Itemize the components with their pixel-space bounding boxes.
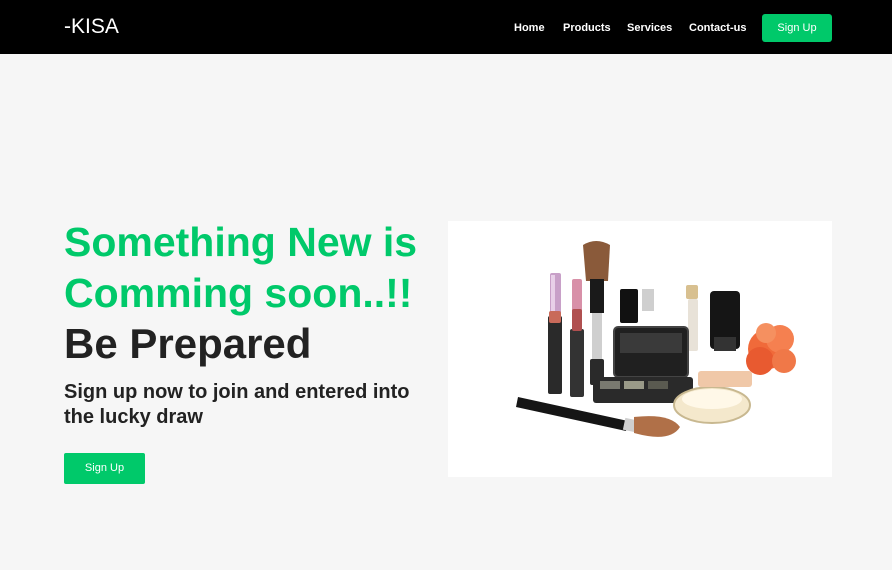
navbar: -KISA Home Products Services Contact-us … <box>0 0 892 54</box>
hero-headline-line-2: Comming soon..!! <box>64 270 413 316</box>
nav-link-home[interactable]: Home <box>514 21 545 35</box>
hero-subtext: Sign up now to join and entered into the… <box>64 381 410 428</box>
brand-logo[interactable]: -KISA <box>64 14 119 40</box>
nav-signup-button[interactable]: Sign Up <box>762 14 832 42</box>
nav-link-services[interactable]: Services <box>627 21 672 35</box>
hero-signup-button[interactable]: Sign Up <box>64 453 145 484</box>
nav-link-contact-us[interactable]: Contact-us <box>689 21 746 35</box>
cosmetics-image <box>448 221 832 477</box>
nav-link-products[interactable]: Products <box>563 21 611 35</box>
hero-headline-line-1: Something New is <box>64 219 418 265</box>
cosmetics-illustration <box>516 241 796 437</box>
hero-headline-line-3: Be Prepared <box>64 320 312 367</box>
